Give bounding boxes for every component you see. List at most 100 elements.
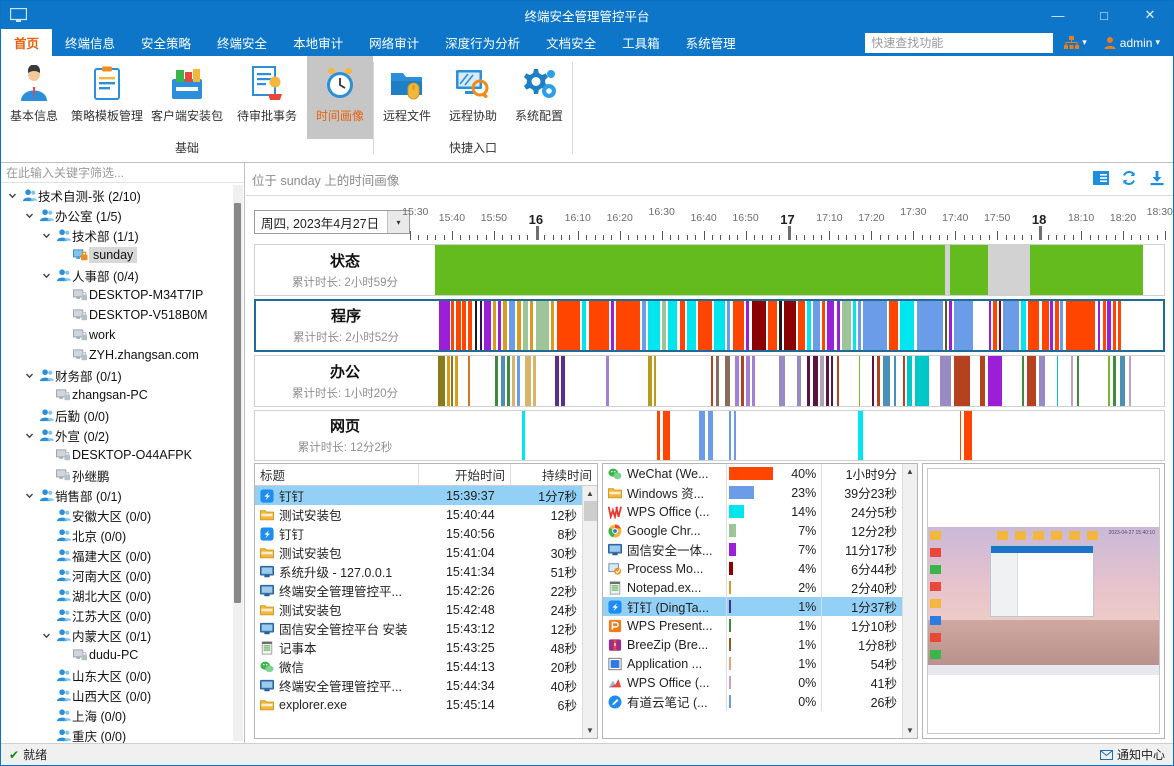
timeline-segment[interactable] xyxy=(889,301,898,351)
timeline-segment[interactable] xyxy=(859,356,860,406)
timeline-segment[interactable] xyxy=(1129,356,1131,406)
menu-item-9[interactable]: 系统管理 xyxy=(673,29,749,56)
timeline-segment[interactable] xyxy=(1042,301,1049,351)
timeline-segment[interactable] xyxy=(711,356,714,406)
ribbon-button-clipboard[interactable]: 策略模板管理 xyxy=(67,56,147,139)
table-row[interactable]: 终端安全管理管控平... 15:44:34 40秒 xyxy=(255,676,582,695)
timeline-segment[interactable] xyxy=(907,356,911,406)
chevron-down-icon[interactable] xyxy=(22,211,37,220)
timeline-segment[interactable] xyxy=(657,411,660,461)
tree-node-2[interactable]: 技术部 (1/1) xyxy=(1,225,244,245)
timeline-segment[interactable] xyxy=(455,356,457,406)
timeline-segment[interactable] xyxy=(480,301,482,351)
timeline-segment[interactable] xyxy=(708,411,712,461)
timeline-segment[interactable] xyxy=(654,356,656,406)
column-start-time[interactable]: 开始时间 xyxy=(419,464,511,485)
table-row[interactable]: 钉钉 15:39:37 1分7秒 xyxy=(255,486,582,505)
list-item[interactable]: Process Mo... 4% 6分44秒 xyxy=(603,559,902,578)
timeline-segment[interactable] xyxy=(752,301,767,351)
timeline-segment[interactable] xyxy=(475,301,478,351)
timeline-segment[interactable] xyxy=(557,301,580,351)
timeline-segment[interactable] xyxy=(798,301,805,351)
screenshot-frame[interactable]: 2023-04-27 15:40:10 xyxy=(927,468,1160,734)
chevron-down-icon[interactable] xyxy=(22,371,37,380)
detail-grid-scrollbar[interactable]: ▲ ▼ xyxy=(582,486,597,738)
timeline-segment[interactable] xyxy=(512,356,515,406)
timeline-segment[interactable] xyxy=(498,301,501,351)
timeline-segment[interactable] xyxy=(746,356,750,406)
timeline-segment[interactable] xyxy=(1103,301,1106,351)
timeline-segment[interactable] xyxy=(954,301,973,351)
scroll-up-icon[interactable]: ▲ xyxy=(583,486,598,501)
timeline-segment[interactable] xyxy=(945,301,947,351)
timeline-segment[interactable] xyxy=(741,356,744,406)
tree-scrollbar-thumb[interactable] xyxy=(234,203,241,603)
timeline-segment[interactable] xyxy=(582,301,586,351)
timeline-segment[interactable] xyxy=(642,301,646,351)
timeline-segment[interactable] xyxy=(837,356,839,406)
timeline-segment[interactable] xyxy=(917,301,943,351)
timeline-segment[interactable] xyxy=(438,356,445,406)
tree-node-16[interactable]: 安徽大区 (0/0) xyxy=(1,505,244,525)
tree-node-17[interactable]: 北京 (0/0) xyxy=(1,525,244,545)
list-item[interactable]: 有道云笔记 (... 0% 26秒 xyxy=(603,692,902,711)
tree-node-14[interactable]: 孙继鹏 xyxy=(1,465,244,485)
menu-item-0[interactable]: 首页 xyxy=(1,29,52,56)
menu-item-6[interactable]: 深度行为分析 xyxy=(432,29,533,56)
tree-node-20[interactable]: 湖北大区 (0/0) xyxy=(1,585,244,605)
tree-node-13[interactable]: DESKTOP-O44AFPK xyxy=(1,445,244,465)
list-item[interactable]: Notepad.ex... 2% 2分40秒 xyxy=(603,578,902,597)
table-row[interactable]: 系统升级 - 127.0.0.1 15:41:34 51秒 xyxy=(255,562,582,581)
ribbon-button-person-info[interactable]: 基本信息 xyxy=(1,56,67,139)
timeline-segment[interactable] xyxy=(1022,356,1024,406)
maximize-button[interactable]: □ xyxy=(1081,1,1127,29)
timeline-segment[interactable] xyxy=(993,301,997,351)
timeline-segment[interactable] xyxy=(555,356,559,406)
timeline-track[interactable] xyxy=(436,301,1163,351)
list-item[interactable]: WeChat (We... 40% 1小时9分 xyxy=(603,464,902,483)
timeline-segment[interactable] xyxy=(784,301,796,351)
timeline-segment[interactable] xyxy=(1027,356,1036,406)
table-row[interactable]: 钉钉 15:40:56 8秒 xyxy=(255,524,582,543)
timeline-segment[interactable] xyxy=(530,301,534,351)
timeline-segment[interactable] xyxy=(988,356,1003,406)
table-row[interactable]: 测试安装包 15:42:48 24秒 xyxy=(255,600,582,619)
timeline-segment[interactable] xyxy=(842,301,851,351)
timeline-segment[interactable] xyxy=(853,301,856,351)
ribbon-button-package-box[interactable]: 客户端安装包 xyxy=(147,56,227,139)
timeline-segment[interactable] xyxy=(1055,301,1059,351)
tree-node-26[interactable]: 上海 (0/0) xyxy=(1,705,244,725)
timeline-segment[interactable] xyxy=(551,301,555,351)
timeline-segment[interactable] xyxy=(687,301,696,351)
timeline-segment[interactable] xyxy=(877,356,881,406)
timeline-track[interactable] xyxy=(435,356,1164,406)
timeline-ruler[interactable]: 15:3015:4015:501616:1016:2016:3016:4016:… xyxy=(410,196,1165,244)
minimize-button[interactable]: — xyxy=(1035,1,1081,29)
search-input[interactable] xyxy=(865,33,1053,53)
timeline-segment[interactable] xyxy=(1107,301,1111,351)
timeline-segment[interactable] xyxy=(999,301,1001,351)
timeline-segment[interactable] xyxy=(950,245,988,295)
tree-node-24[interactable]: 山东大区 (0/0) xyxy=(1,665,244,685)
timeline-segment[interactable] xyxy=(903,356,905,406)
timeline-segment[interactable] xyxy=(915,356,930,406)
timeline-segment[interactable] xyxy=(989,301,992,351)
timeline-segment[interactable] xyxy=(517,356,519,406)
timeline-row-2[interactable]: 办公累计时长: 1小时20分 xyxy=(254,355,1165,407)
tree-node-27[interactable]: 重庆 (0/0) xyxy=(1,725,244,743)
timeline-segment[interactable] xyxy=(831,356,833,406)
menu-item-8[interactable]: 工具箱 xyxy=(609,29,673,56)
timeline-segment[interactable] xyxy=(533,356,535,406)
chevron-down-icon[interactable] xyxy=(39,631,54,640)
tree-node-9[interactable]: 财务部 (0/1) xyxy=(1,365,244,385)
timeline-segment[interactable] xyxy=(725,356,729,406)
timeline-segment[interactable] xyxy=(949,301,952,351)
timeline-segment[interactable] xyxy=(561,356,565,406)
timeline-segment[interactable] xyxy=(797,356,801,406)
timeline-segment[interactable] xyxy=(462,301,466,351)
tree-node-5[interactable]: DESKTOP-M34T7IP xyxy=(1,285,244,305)
timeline-segment[interactable] xyxy=(523,301,527,351)
refresh-icon[interactable] xyxy=(1121,170,1137,189)
tree-node-11[interactable]: 后勤 (0/0) xyxy=(1,405,244,425)
timeline-segment[interactable] xyxy=(456,301,460,351)
